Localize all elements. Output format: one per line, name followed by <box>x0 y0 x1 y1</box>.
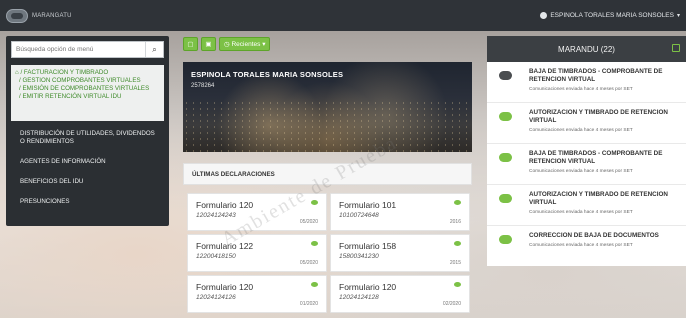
message-bubble-icon <box>499 153 512 162</box>
menu-item-presunciones[interactable]: PRESUNCIONES <box>6 192 169 212</box>
declaration-card[interactable]: Formulario 158 15800341230 2015 <box>330 234 470 272</box>
marandu-title: MARANDU (22) <box>558 44 615 54</box>
menu-item-distribucion[interactable]: DISTRIBUCIÓN DE UTILIDADES, DIVIDENDOS O… <box>6 124 169 152</box>
message-item[interactable]: AUTORIZACION Y TIMBRADO DE RETENCION VIR… <box>487 185 686 226</box>
document-icon: ▢ <box>187 41 194 48</box>
side-menu: DISTRIBUCIÓN DE UTILIDADES, DIVIDENDOS O… <box>6 124 169 212</box>
taxpayer-ruc: 2578264 <box>191 83 215 89</box>
marandu-header: MARANDU (22) <box>487 36 686 62</box>
eye-icon[interactable] <box>311 200 318 205</box>
brand[interactable]: MARANGATU <box>6 8 72 23</box>
breadcrumb: ⌂ / FACTURACION Y TIMBRADO / GESTION COM… <box>11 65 164 121</box>
menu-item-agentes[interactable]: AGENTES DE INFORMACIÓN <box>6 152 169 172</box>
toolbar: ▢ ▣ ◷ Recientes ▾ <box>183 37 271 51</box>
declaration-card[interactable]: Formulario 120 12024124128 02/2020 <box>330 275 470 313</box>
recent-button[interactable]: ◷ Recientes ▾ <box>219 37 271 51</box>
city-lights-image <box>183 100 472 152</box>
brand-name: MARANGATU <box>32 12 72 19</box>
marandu-panel: MARANDU (22) BAJA DE TIMBRADOS - COMPROB… <box>487 36 686 266</box>
declarations-title: ÚLTIMAS DECLARACIONES <box>192 170 275 178</box>
user-name: ESPINOLA TORALES MARIA SONSOLES <box>550 12 674 19</box>
message-bubble-icon <box>499 112 512 121</box>
search-icon[interactable]: ⌕ <box>145 42 163 57</box>
declaration-card[interactable]: Formulario 122 12200418150 05/2020 <box>187 234 327 272</box>
message-item[interactable]: BAJA DE TIMBRADOS - COMPROBANTE DE RETEN… <box>487 62 686 103</box>
caret-down-icon: ▾ <box>676 13 680 19</box>
breadcrumb-item[interactable]: / EMISIÓN DE COMPROBANTES VIRTUALES <box>15 85 160 93</box>
save-icon: ▣ <box>205 41 212 48</box>
clock-icon: ◷ <box>224 41 232 48</box>
declaration-card[interactable]: Formulario 120 12024124243 05/2020 <box>187 193 327 231</box>
menu-search: ⌕ <box>11 41 164 58</box>
declarations-header: ÚLTIMAS DECLARACIONES <box>183 163 472 185</box>
user-menu[interactable]: ESPINOLA TORALES MARIA SONSOLES ▾ <box>540 12 680 19</box>
message-item[interactable]: AUTORIZACION Y TIMBRADO DE RETENCION VIR… <box>487 103 686 144</box>
marangatu-logo-icon <box>6 8 28 23</box>
document-button[interactable]: ▢ <box>183 37 198 51</box>
save-button[interactable]: ▣ <box>201 37 216 51</box>
message-bubble-icon <box>499 194 512 203</box>
eye-icon[interactable] <box>311 282 318 287</box>
user-icon <box>540 12 548 19</box>
declaration-card[interactable]: Formulario 101 10100724648 2016 <box>330 193 470 231</box>
left-menu-panel: ⌕ ⌂ / FACTURACION Y TIMBRADO / GESTION C… <box>6 36 169 226</box>
eye-icon[interactable] <box>454 200 461 205</box>
breadcrumb-item[interactable]: / GESTION COMPROBANTES VIRTUALES <box>15 77 160 85</box>
message-item[interactable]: BAJA DE TIMBRADOS - COMPROBANTE DE RETEN… <box>487 144 686 185</box>
eye-icon[interactable] <box>454 241 461 246</box>
taxpayer-name: ESPINOLA TORALES MARIA SONSOLES <box>191 70 344 79</box>
breadcrumb-item[interactable]: / EMITIR RETENCIÓN VIRTUAL IDU <box>15 93 160 101</box>
menu-item-beneficios[interactable]: BENEFICIOS DEL IDU <box>6 172 169 192</box>
breadcrumb-item[interactable]: ⌂ / FACTURACION Y TIMBRADO <box>15 69 160 77</box>
caret-down-icon: ▾ <box>260 41 266 48</box>
top-navbar: MARANGATU ESPINOLA TORALES MARIA SONSOLE… <box>0 0 686 31</box>
message-bubble-icon <box>499 71 512 80</box>
menu-search-input[interactable] <box>12 46 142 53</box>
taxpayer-banner: ESPINOLA TORALES MARIA SONSOLES 2578264 <box>183 62 472 152</box>
message-item[interactable]: CORRECCION DE BAJA DE DOCUMENTOS Comunic… <box>487 226 686 266</box>
eye-icon[interactable] <box>311 241 318 246</box>
declaration-card[interactable]: Formulario 120 12024124126 01/2020 <box>187 275 327 313</box>
eye-icon[interactable] <box>454 282 461 287</box>
external-link-icon[interactable] <box>672 44 680 52</box>
message-bubble-icon <box>499 235 512 244</box>
